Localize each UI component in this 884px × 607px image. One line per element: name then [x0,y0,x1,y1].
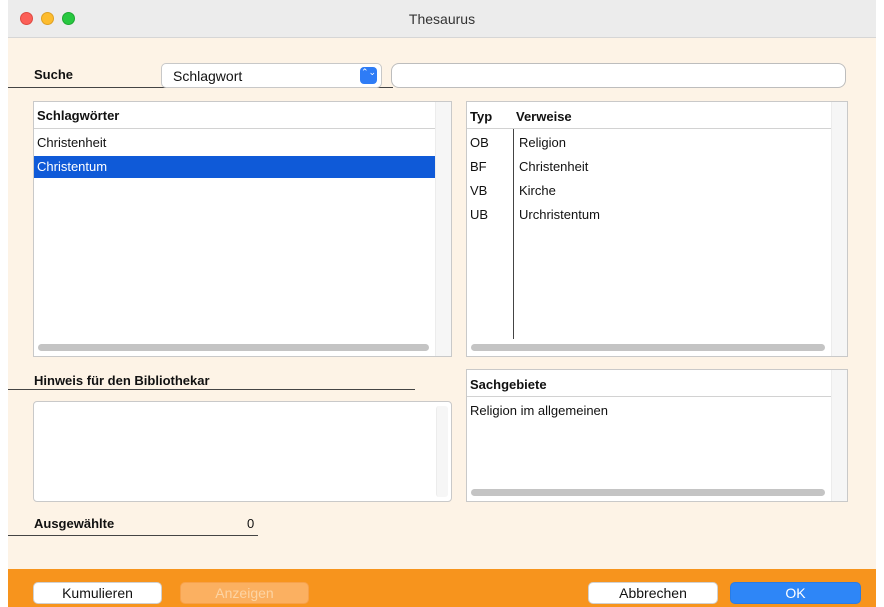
selected-count-value: 0 [247,516,255,531]
references-table[interactable]: Typ Verweise OB Religion BF Christenheit… [466,101,848,357]
button-bar: Kumulieren Anzeigen Abbrechen OK [8,569,876,607]
references-header: Typ Verweise [467,102,847,129]
subjects-list[interactable]: Sachgebiete Religion im allgemeinen [466,369,848,502]
table-cell-reference[interactable]: Urchristentum [516,204,816,226]
col-type-header: Typ [470,109,493,124]
search-input[interactable] [391,63,846,88]
keywords-list[interactable]: Schlagwörter Christenheit Christentum [33,101,452,357]
note-label: Hinweis für den Bibliothekar [34,373,210,388]
cancel-button[interactable]: Abbrechen [588,582,718,604]
ok-button[interactable]: OK [730,582,861,604]
references-vertical-scrollbar[interactable] [831,102,847,356]
search-field-select[interactable]: Schlagwort ⌃⌄ [161,63,382,88]
column-divider [513,129,514,339]
cumulate-button[interactable]: Kumulieren [33,582,162,604]
note-vertical-scrollbar[interactable] [436,406,448,497]
col-references-header: Verweise [516,109,572,124]
note-divider [8,389,415,390]
search-field-value: Schlagwort [173,68,243,84]
table-cell-type: OB [470,135,489,150]
table-cell-type: UB [470,207,489,222]
search-label: Suche [34,67,74,82]
list-item-selected[interactable]: Christentum [34,156,435,178]
table-cell-reference[interactable]: Religion [516,132,816,154]
keywords-header-label: Schlagwörter [37,108,120,123]
table-cell-reference[interactable]: Christenheit [516,156,816,178]
keywords-header: Schlagwörter [34,102,451,129]
select-arrows-icon: ⌃⌄ [360,67,377,84]
title-bar: Thesaurus [8,0,876,38]
list-item[interactable]: Christenheit [34,132,435,154]
librarian-note-textarea[interactable] [33,401,452,502]
thesaurus-window: Thesaurus Suche Schlagwort ⌃⌄ Schlagwört… [8,0,876,607]
show-button[interactable]: Anzeigen [180,582,309,604]
subjects-header-label: Sachgebiete [470,377,547,392]
window-title: Thesaurus [408,11,476,27]
table-cell-reference[interactable]: Kirche [516,180,816,202]
selected-count-divider [8,535,258,536]
references-horizontal-scrollbar[interactable] [471,344,825,351]
list-item[interactable]: Religion im allgemeinen [467,400,827,422]
subjects-vertical-scrollbar[interactable] [831,370,847,501]
subjects-header: Sachgebiete [467,370,847,397]
subjects-horizontal-scrollbar[interactable] [471,489,825,496]
table-cell-type: BF [470,159,487,174]
selected-count-label: Ausgewählte [34,516,115,531]
table-cell-type: VB [470,183,488,198]
keywords-horizontal-scrollbar[interactable] [38,344,429,351]
keywords-vertical-scrollbar[interactable] [435,102,451,356]
